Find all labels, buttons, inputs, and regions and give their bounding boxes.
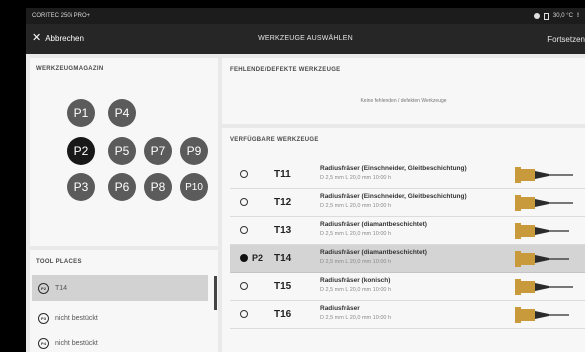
header-bar: ✕ Abbrechen WERKZEUGE AUSWÄHLEN Fortsetz… (26, 24, 585, 54)
alert-icon: ! (577, 13, 579, 19)
tool-row[interactable]: T13 Radiusfräser (diamantbeschichtet) D 2,… (230, 217, 585, 245)
tool-row[interactable]: P2 T14 Radiusfräser (diamantbeschichtet) D … (230, 245, 585, 273)
cancel-label: Abbrechen (45, 34, 84, 43)
missing-tools-panel: FEHLENDE/DEFEKTE WERKZEUGE Keine fehlend… (222, 58, 585, 124)
tool-place-label: T14 (55, 284, 68, 292)
tool-row[interactable]: T11 Radiusfräser (Einschneider, Gleitbesc… (230, 161, 585, 189)
magazine-position-p8[interactable]: P8 (144, 173, 172, 201)
tool-bit-icon (515, 307, 569, 323)
status-bar: CORITEC 250i PRO+ 30,0 °C ! (26, 8, 585, 24)
magazine-position-p4[interactable]: P4 (108, 99, 136, 127)
tool-places-panel: TOOL PLACES P2 T14 P3 nicht bestückt P4 … (30, 250, 218, 352)
app-screen: CORITEC 250i PRO+ 30,0 °C ! ✕ Abbrechen … (26, 8, 585, 352)
tool-row[interactable]: T12 Radiusfräser (Einschneider, Gleitbesc… (230, 189, 585, 217)
continue-button[interactable]: Fortsetzen (547, 35, 585, 44)
tool-bit-icon (515, 251, 569, 267)
tool-place-item[interactable]: P2 T14 (32, 275, 208, 301)
tool-name: Radiusfräser (diamantbeschichtet) (320, 221, 427, 228)
tool-radio[interactable] (240, 254, 248, 262)
tool-radio[interactable] (240, 226, 248, 234)
cancel-button[interactable]: ✕ Abbrechen (32, 33, 84, 44)
place-icon: P3 (38, 312, 49, 324)
tool-id: T16 (274, 309, 292, 320)
tool-place-item[interactable]: P3 nicht bestückt (32, 305, 208, 331)
magazine-position-p6[interactable]: P6 (108, 173, 136, 201)
tool-row[interactable]: T15 Radiusfräser (konisch) D 2,5 mm L 20,0… (230, 273, 585, 301)
tool-radio[interactable] (240, 170, 248, 178)
tool-dimensions: D 2,5 mm L 20,0 mm 10:00 h (320, 287, 392, 293)
magazine-position-p2[interactable]: P2 (67, 137, 95, 165)
tool-name: Radiusfräser (Einschneider, Gleitbeschic… (320, 193, 467, 200)
tool-radio[interactable] (240, 198, 248, 206)
tool-id: T15 (274, 281, 292, 292)
tool-name: Radiusfräser (diamantbeschichtet) (320, 249, 427, 256)
device-name: CORITEC 250i PRO+ (32, 13, 91, 19)
magazine-title: WERKZEUGMAGAZIN (36, 66, 104, 72)
tool-place-tag: P2 (252, 253, 264, 263)
available-tools-panel: VERFÜGBARE WERKZEUGE T11 Radiusfräser (Ei… (222, 128, 585, 352)
close-icon: ✕ (32, 32, 42, 44)
place-icon: P4 (38, 337, 49, 349)
magazine-position-p7[interactable]: P7 (144, 137, 172, 165)
tool-bit-icon (515, 279, 573, 295)
page-title: WERKZEUGE AUSWÄHLEN (258, 35, 353, 42)
tool-dimensions: D 2,5 mm L 20,0 mm 10:00 h (320, 259, 392, 265)
missing-tools-title: FEHLENDE/DEFEKTE WERKZEUGE (230, 67, 341, 73)
tool-bit-icon (515, 195, 573, 211)
places-scrollbar[interactable] (214, 276, 217, 310)
tool-name: Radiusfräser (konisch) (320, 277, 391, 284)
status-indicators: 30,0 °C ! (533, 12, 579, 20)
tool-id: T11 (274, 169, 291, 180)
place-icon: P2 (38, 282, 49, 294)
missing-tools-message: Keine fehlenden / defekten Werkzeuge (360, 98, 447, 104)
magazine-position-p1[interactable]: P1 (67, 99, 95, 127)
magazine-position-p3[interactable]: P3 (67, 173, 95, 201)
tool-dimensions: D 2,5 mm L 20,0 mm 10:00 h (320, 203, 392, 209)
magazine-position-p10[interactable]: P10 (180, 173, 208, 201)
tool-id: T14 (274, 253, 292, 264)
tool-radio[interactable] (240, 282, 248, 290)
battery-icon (543, 12, 549, 20)
tool-places-title: TOOL PLACES (36, 259, 82, 265)
tool-dimensions: D 2,5 mm L 20,0 mm 10:00 h (320, 175, 392, 181)
magazine-position-p9[interactable]: P9 (180, 137, 208, 165)
tool-id: T13 (274, 225, 292, 236)
temperature-readout: 30,0 °C (552, 13, 573, 19)
tool-id: T12 (274, 197, 292, 208)
tool-place-label: nicht bestückt (55, 314, 98, 322)
magazine-position-p5[interactable]: P5 (108, 137, 136, 165)
tool-dimensions: D 2,5 mm L 20,0 mm 10:00 h (320, 315, 392, 321)
tool-radio[interactable] (240, 310, 248, 318)
tool-place-label: nicht bestückt (55, 339, 98, 347)
tool-row[interactable]: T16 Radiusfräser D 2,5 mm L 20,0 mm 10:00 … (230, 301, 585, 329)
tool-bit-icon (515, 223, 569, 239)
available-tools-title: VERFÜGBARE WERKZEUGE (230, 137, 319, 143)
tool-magazine-panel: WERKZEUGMAGAZIN P1 P4 P2 P5 P7 P9 P3 P6 … (30, 58, 218, 246)
tool-name: Radiusfräser (320, 305, 360, 312)
tool-bit-icon (515, 167, 573, 183)
tool-name: Radiusfräser (Einschneider, Gleitbeschic… (320, 165, 467, 172)
network-icon (533, 13, 540, 19)
tool-dimensions: D 2,5 mm L 20,0 mm 10:00 h (320, 231, 392, 237)
tool-place-item[interactable]: P4 nicht bestückt (32, 330, 208, 352)
